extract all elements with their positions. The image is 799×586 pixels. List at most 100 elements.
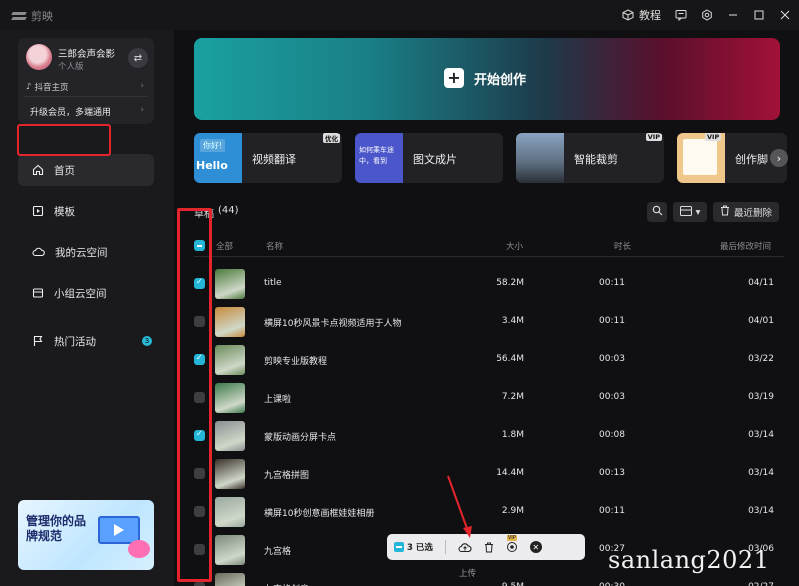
sidebar-item-label: 小组云空间 xyxy=(54,287,107,300)
table-row[interactable]: 横屏10秒风景卡点视频适用于人物 3.4M 00:11 04/01 xyxy=(194,303,784,341)
col-size[interactable]: 大小 xyxy=(506,240,523,252)
start-creating-banner[interactable]: + 开始创作 xyxy=(194,38,780,120)
draft-modified-date: 03/14 xyxy=(748,468,774,478)
selected-count[interactable]: 3 已选 xyxy=(394,541,433,553)
draft-size: 3.4M xyxy=(501,316,524,326)
draft-thumbnail[interactable] xyxy=(215,573,245,586)
maximize-icon[interactable] xyxy=(753,9,765,21)
draft-modified-date: 03/14 xyxy=(748,430,774,440)
row-checkbox[interactable] xyxy=(194,582,205,586)
profile-card[interactable]: 三郎会声会影 个人版 ⇄ ♪ 抖音主页 › 升级会员，多端通用 › xyxy=(18,38,154,124)
tool-text-to-video[interactable]: 如何乘车途中，看到 图文成片 xyxy=(355,133,503,183)
search-button[interactable] xyxy=(647,202,667,222)
app-logo: 剪映 xyxy=(12,8,53,24)
col-name[interactable]: 名称 xyxy=(266,240,283,252)
draft-name: 上课啦 xyxy=(264,395,292,405)
tutorial-label: 教程 xyxy=(639,9,661,22)
upgrade-link[interactable]: 升级会员，多端通用 xyxy=(30,105,111,118)
tool-smart-crop[interactable]: 智能裁剪 VIP xyxy=(516,133,664,183)
douyin-icon: ♪ xyxy=(26,82,32,92)
close-selection-icon[interactable]: ✕ xyxy=(529,541,542,553)
draft-duration: 00:11 xyxy=(599,506,625,516)
draft-thumbnail[interactable] xyxy=(215,421,245,451)
table-row[interactable]: 横屏10秒创意画框娃娃相册 2.9M 00:11 03/14 xyxy=(194,493,784,531)
sidebar-item-label: 模板 xyxy=(54,205,75,218)
tool-label: 创作脚 xyxy=(735,153,768,166)
template-icon xyxy=(32,205,44,217)
draft-thumbnail[interactable] xyxy=(215,383,245,413)
draft-size: 1.8M xyxy=(501,430,524,440)
message-icon[interactable] xyxy=(675,9,687,21)
draft-thumbnail[interactable] xyxy=(215,535,245,565)
sidebar-item-my-cloud[interactable]: 我的云空间 xyxy=(18,236,154,268)
draft-size: 7.2M xyxy=(501,392,524,402)
sidebar-item-label: 热门活动 xyxy=(54,335,96,348)
draft-duration: 00:03 xyxy=(599,392,625,402)
sidebar-item-home[interactable]: 首页 xyxy=(18,154,154,186)
plus-icon: + xyxy=(444,68,464,88)
export-vip-icon[interactable] xyxy=(506,535,518,553)
draft-duration: 00:30 xyxy=(594,582,630,586)
vip-tag: VIP xyxy=(705,133,722,141)
view-mode-dropdown[interactable]: ▾ xyxy=(673,202,707,222)
draft-thumbnail[interactable] xyxy=(215,497,245,527)
cube-icon xyxy=(622,9,634,21)
draft-modified-date: 04/11 xyxy=(748,278,774,288)
tutorial-button[interactable]: 教程 xyxy=(622,7,661,23)
draft-duration: 00:11 xyxy=(599,278,625,288)
settings-icon[interactable] xyxy=(701,9,713,21)
upload-cloud-icon[interactable] xyxy=(458,542,472,553)
play-icon xyxy=(114,524,124,536)
table-row[interactable]: 九宫格拼图 14.4M 00:13 03/14 xyxy=(194,455,784,493)
draft-thumbnail[interactable] xyxy=(215,269,245,299)
flag-icon xyxy=(32,335,44,347)
thumb-text: 你好! xyxy=(200,139,226,152)
draft-thumbnail[interactable] xyxy=(215,459,245,489)
home-icon xyxy=(32,164,44,176)
video-translate-thumbnail: 你好! Hello xyxy=(194,133,242,183)
table-header: 全部 名称 大小 时长 最后修改时间 xyxy=(194,236,784,256)
sidebar-item-templates[interactable]: 模板 xyxy=(18,195,154,227)
divider xyxy=(194,256,784,257)
selected-count-label: 3 已选 xyxy=(407,543,433,553)
draft-name: 九宫格 xyxy=(264,547,292,557)
table-row[interactable]: 剪映专业版教程 56.4M 00:03 03/22 xyxy=(194,341,784,379)
draft-duration: 00:11 xyxy=(599,316,625,326)
delete-icon[interactable] xyxy=(484,542,494,553)
recently-deleted-label: 最近删除 xyxy=(733,208,772,219)
col-modified[interactable]: 最后修改时间 xyxy=(720,240,771,252)
smart-crop-thumbnail xyxy=(516,133,564,183)
switch-account-icon[interactable]: ⇄ xyxy=(128,48,148,68)
avatar[interactable] xyxy=(26,44,52,70)
selection-action-bar: 3 已选 ✕ xyxy=(387,534,585,560)
tool-video-translate[interactable]: 你好! Hello 视频翻译 优化 xyxy=(194,133,342,183)
draft-name: 九宫格拼图 xyxy=(264,471,310,481)
recently-deleted-button[interactable]: 最近删除 xyxy=(713,202,779,222)
promo-decoration xyxy=(128,540,150,558)
scroll-right-button[interactable]: › xyxy=(770,149,788,167)
douyin-link[interactable]: ♪ 抖音主页 xyxy=(26,81,68,93)
table-row[interactable]: 上课啦 7.2M 00:03 03/19 xyxy=(194,379,784,417)
title-bar: 剪映 教程 xyxy=(0,0,799,30)
notification-badge: 3 xyxy=(142,336,152,346)
annotation-box-home xyxy=(17,124,111,156)
draft-name: 横屏10秒创意画框娃娃相册 xyxy=(264,509,375,519)
annotation-box-checkboxes xyxy=(177,208,212,582)
draft-modified-date: 03/22 xyxy=(748,354,774,364)
draft-size: 14.4M xyxy=(496,468,524,478)
close-icon[interactable] xyxy=(779,9,791,21)
col-duration[interactable]: 时长 xyxy=(614,240,631,252)
minimize-icon[interactable] xyxy=(727,9,739,21)
draft-thumbnail[interactable] xyxy=(215,345,245,375)
draft-name: 横屏10秒风景卡点视频适用于人物 xyxy=(264,319,402,329)
table-row[interactable]: title 58.2M 00:11 04/11 xyxy=(194,265,784,303)
promo-banner[interactable]: 管理你的品牌规范 xyxy=(18,500,154,570)
draft-duration: 00:08 xyxy=(599,430,625,440)
divider xyxy=(24,96,148,97)
draft-thumbnail[interactable] xyxy=(215,307,245,337)
sidebar-item-events[interactable]: 热门活动 3 xyxy=(18,325,154,357)
table-row[interactable]: 蒙版动画分屏卡点 1.8M 00:08 03/14 xyxy=(194,417,784,455)
search-icon xyxy=(652,205,663,219)
draft-duration: 00:13 xyxy=(599,468,625,478)
sidebar-item-team-cloud[interactable]: 小组云空间 xyxy=(18,277,154,309)
